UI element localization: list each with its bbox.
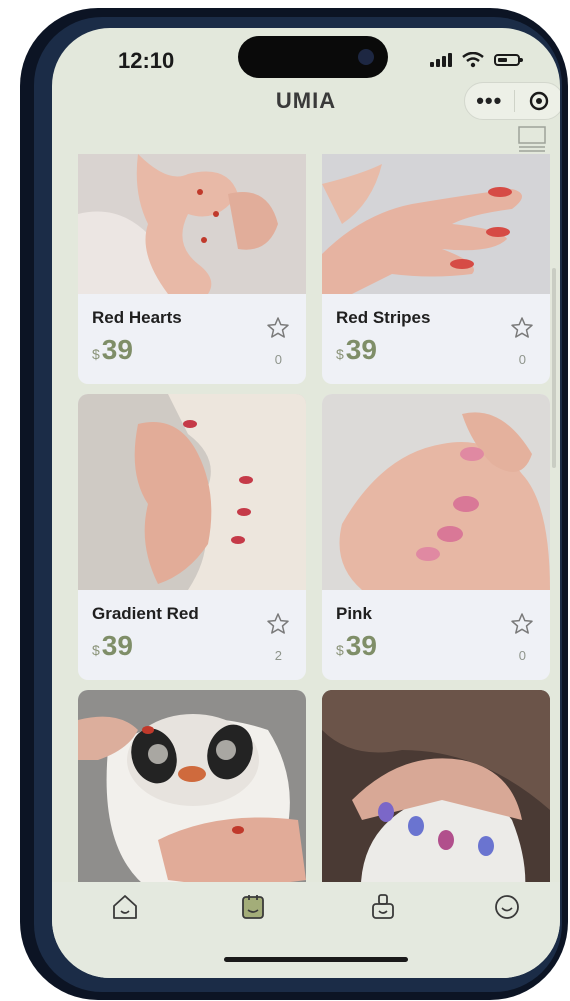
product-price: $39	[92, 334, 133, 365]
favorite-count: 0	[518, 648, 526, 663]
dynamic-island	[238, 36, 388, 78]
profile-smile-icon[interactable]	[492, 892, 522, 922]
gallery-icon[interactable]	[238, 892, 268, 922]
product-photo	[78, 154, 306, 294]
camera-icon	[358, 49, 374, 65]
favorite-star-icon[interactable]	[266, 612, 290, 636]
layout-toggle-icon[interactable]	[518, 126, 546, 152]
product-card[interactable]: Pink $39 0	[322, 394, 550, 680]
mascot-icon[interactable]	[368, 892, 398, 922]
product-photo	[322, 394, 550, 590]
product-card[interactable]: Red Stripes $39 0	[322, 154, 550, 384]
product-photo	[78, 394, 306, 590]
close-button[interactable]	[515, 90, 561, 112]
product-card[interactable]: Gradient Red $39 2	[78, 394, 306, 680]
product-card[interactable]	[322, 690, 550, 910]
product-name: Red Hearts	[92, 308, 182, 327]
mini-program-capsule: •••	[464, 82, 560, 120]
product-price: $39	[92, 630, 133, 661]
product-name: Pink	[336, 604, 372, 623]
favorite-star-icon[interactable]	[510, 316, 534, 340]
scrollbar[interactable]	[552, 268, 556, 468]
signal-icon	[430, 53, 452, 67]
product-name: Gradient Red	[92, 604, 199, 623]
product-card[interactable]	[78, 690, 306, 910]
favorite-star-icon[interactable]	[510, 612, 534, 636]
product-card[interactable]: Red Hearts $39 0	[78, 154, 306, 384]
status-icons	[430, 52, 523, 68]
product-price: $39	[336, 630, 377, 661]
wifi-icon	[462, 52, 484, 68]
target-close-icon	[529, 91, 548, 111]
product-photo	[322, 154, 550, 294]
home-icon[interactable]	[110, 892, 140, 922]
status-time: 12:10	[118, 48, 175, 73]
product-photo	[78, 690, 306, 910]
product-name: Red Stripes	[336, 308, 431, 327]
tab-bar	[52, 882, 560, 978]
favorite-count: 2	[274, 648, 282, 663]
more-button[interactable]: •••	[465, 90, 514, 112]
product-photo	[322, 690, 550, 910]
product-price: $39	[336, 334, 377, 365]
app-screen: 12:10 UMIA ••• Red Hearts $ 39 0 Red Str…	[52, 28, 560, 978]
favorite-count: 0	[518, 352, 526, 367]
favorite-count: 0	[274, 352, 282, 367]
home-indicator	[224, 957, 408, 962]
battery-icon	[494, 54, 523, 66]
favorite-star-icon[interactable]	[266, 316, 290, 340]
